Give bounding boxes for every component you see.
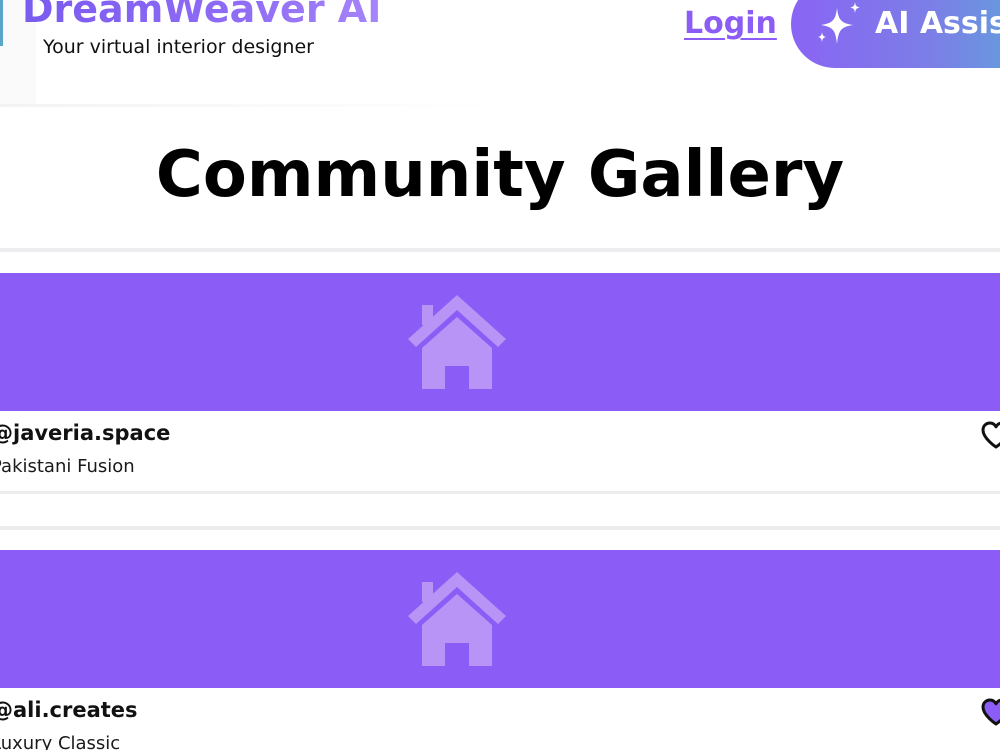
login-link[interactable]: Login (684, 6, 777, 41)
ai-assist-button[interactable]: AI Assist (791, 0, 1000, 68)
card-image[interactable] (0, 273, 1000, 411)
card-style-label: Luxury Classic (0, 733, 121, 750)
title-divider (0, 248, 1000, 252)
brand-tagline: Your virtual interior designer (43, 36, 314, 58)
logo-mark (0, 0, 3, 46)
card-divider (0, 526, 1000, 530)
heart-icon[interactable] (981, 421, 1000, 449)
header-divider (0, 104, 500, 107)
page: DreamWeaver AI Your virtual interior des… (0, 0, 1000, 750)
page-title: Community Gallery (155, 138, 845, 212)
house-icon (408, 295, 506, 389)
site-header: DreamWeaver AI Your virtual interior des… (0, 0, 1000, 107)
brand-title[interactable]: DreamWeaver AI (22, 0, 381, 32)
house-icon (408, 572, 506, 666)
card-body: @javeria.space Pakistani Fusion (0, 411, 1000, 494)
card-style-label: Pakistani Fusion (0, 456, 135, 477)
card-body: @ali.creates Luxury Classic (0, 688, 1000, 750)
card-username[interactable]: @ali.creates (0, 698, 138, 722)
card-username[interactable]: @javeria.space (0, 421, 170, 445)
heart-icon[interactable] (981, 698, 1000, 726)
ai-assist-label: AI Assist (875, 6, 1000, 41)
sparkle-icon (818, 2, 860, 44)
card-image[interactable] (0, 550, 1000, 688)
